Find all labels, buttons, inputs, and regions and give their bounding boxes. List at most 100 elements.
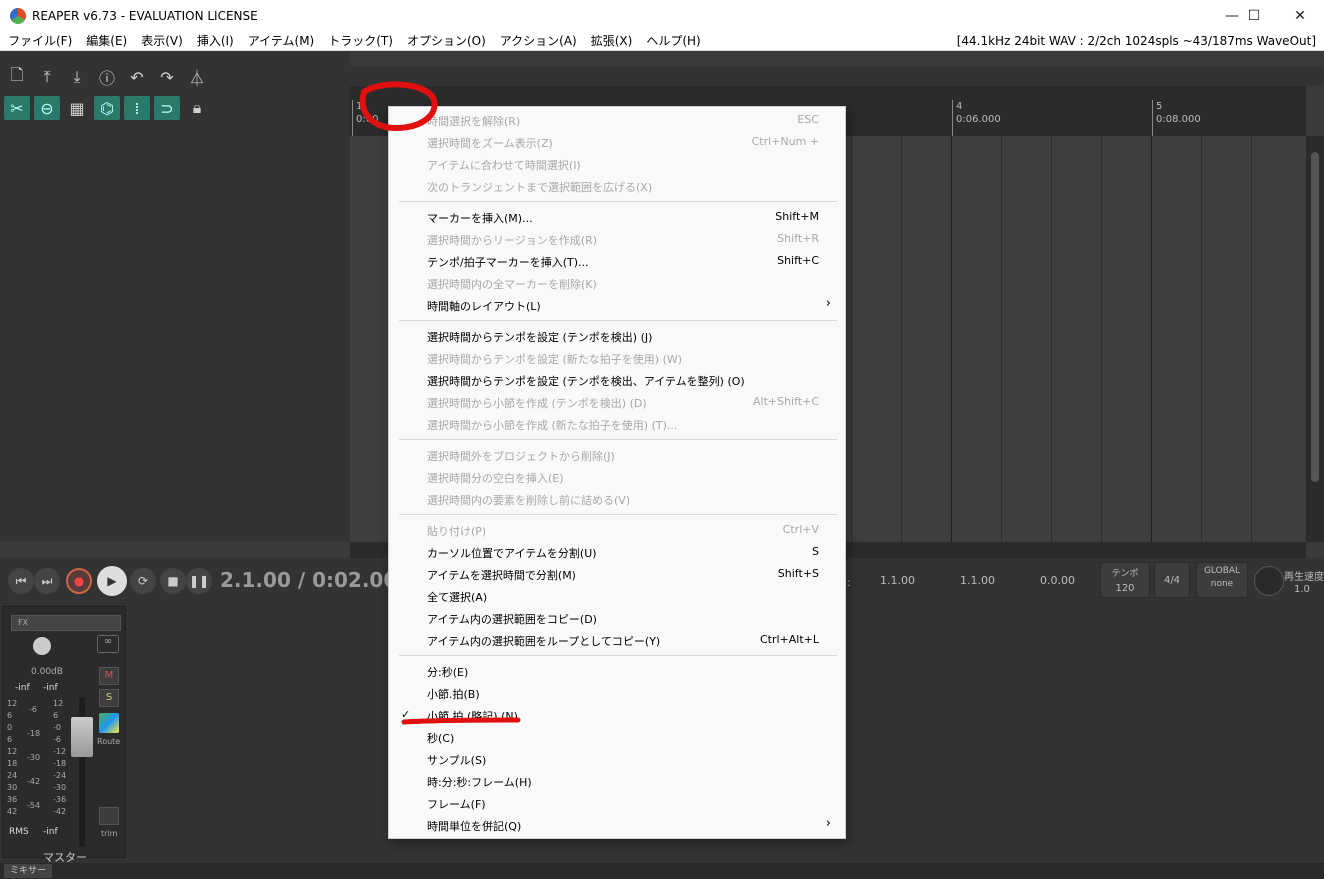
menu-item[interactable]: 貼り付け(P) Ctrl+V: [389, 519, 845, 541]
menu-item[interactable]: サンプル(S): [389, 748, 845, 770]
menu-item-label: 時:分:秒:フレーム(H): [427, 776, 532, 789]
menu-item[interactable]: マーカーを挿入(M)... Shift+M: [389, 206, 845, 228]
play-button[interactable]: ▶: [97, 566, 127, 596]
volume-level: 0.00dB: [31, 667, 63, 677]
menu-item[interactable]: 時間単位を併記(Q) ›: [389, 814, 845, 836]
menu-item[interactable]: 分:秒(E): [389, 660, 845, 682]
menu-item[interactable]: テンポ/拍子マーカーを挿入(T)... Shift+C: [389, 250, 845, 272]
menu-item[interactable]: 全て選択(A): [389, 585, 845, 607]
open-project-icon[interactable]: ⤒: [34, 65, 60, 89]
stereo-icon[interactable]: ∞: [97, 635, 119, 653]
menu-item[interactable]: 選択時間からテンポを設定 (テンポを検出、アイテムを整列) (O): [389, 369, 845, 391]
selection-length[interactable]: 0.0.00: [1040, 574, 1075, 587]
menu-item[interactable]: アイテム(M): [240, 32, 321, 49]
fx-button[interactable]: FX: [11, 615, 121, 631]
menu-item[interactable]: アイテムに合わせて時間選択(I): [389, 153, 845, 175]
region-lane[interactable]: [350, 66, 1324, 86]
menu-item[interactable]: 選択時間をズーム表示(Z) Ctrl+Num +: [389, 131, 845, 153]
maximize-button[interactable]: ☐: [1231, 0, 1277, 31]
menu-view[interactable]: 表示(V): [133, 32, 189, 49]
menu-extensions[interactable]: 拡張(X): [583, 32, 639, 49]
menu-help[interactable]: ヘルプ(H): [638, 32, 706, 49]
menu-item-label: アイテム内の選択範囲をループとしてコピー(Y): [427, 635, 661, 648]
ripple-edit-icon[interactable]: ✂: [4, 96, 30, 120]
link-icon[interactable]: ⊖: [34, 96, 60, 120]
mute-button[interactable]: M: [99, 667, 119, 685]
global-automation[interactable]: GLOBAL none: [1196, 562, 1248, 598]
playrate-knob[interactable]: [1254, 566, 1284, 596]
menu-item[interactable]: アイテム内の選択範囲をコピー(D): [389, 607, 845, 629]
go-to-start-icon[interactable]: ⏮: [8, 568, 34, 594]
audio-status[interactable]: [44.1kHz 24bit WAV : 2/2ch 1024spls ~43/…: [957, 34, 1316, 48]
menu-options[interactable]: オプション(O): [399, 32, 492, 49]
go-to-end-icon[interactable]: ⏭: [34, 568, 60, 594]
selection-end[interactable]: 1.1.00: [960, 574, 995, 587]
new-project-icon[interactable]: 🗋: [4, 65, 30, 89]
route-icon[interactable]: [99, 713, 119, 733]
menu-item[interactable]: 選択時間外をプロジェクトから削除(J): [389, 444, 845, 466]
menu-item[interactable]: 選択時間内の全マーカーを削除(K): [389, 272, 845, 294]
menu-item[interactable]: 時間軸のレイアウト(L) ›: [389, 294, 845, 316]
menu-item[interactable]: 選択時間から小節を作成 (新たな拍子を使用) (T)...: [389, 413, 845, 435]
menu-file[interactable]: ファイル(F): [0, 32, 78, 49]
menu-item-shortcut: Alt+Shift+C: [752, 395, 819, 408]
scroll-thumb[interactable]: [1311, 152, 1319, 482]
save-project-icon[interactable]: ⤓: [64, 65, 90, 89]
menu-item[interactable]: 小節.拍(B): [389, 682, 845, 704]
auto-crossfade-icon[interactable]: ⊃: [154, 96, 180, 120]
gridline: [1151, 136, 1152, 542]
solo-button[interactable]: S: [99, 689, 119, 707]
menu-item[interactable]: 時:分:秒:フレーム(H): [389, 770, 845, 792]
menu-item-shortcut: Shift+M: [775, 210, 819, 223]
trim-icon[interactable]: [99, 807, 119, 825]
selection-start[interactable]: 1.1.00: [880, 574, 915, 587]
menu-item-label: 分:秒(E): [427, 666, 469, 679]
route-label: Route: [97, 737, 121, 746]
menu-item[interactable]: 選択時間からテンポを設定 (テンポを検出) (J): [389, 325, 845, 347]
menu-item[interactable]: 次のトランジェントまで選択範囲を広げる(X): [389, 175, 845, 197]
loop-icon[interactable]: ⟳: [130, 568, 156, 594]
menu-item[interactable]: 時間選択を解除(R) ESC: [389, 109, 845, 131]
redo-icon[interactable]: ↷: [154, 65, 180, 89]
rms-label: RMS: [9, 827, 29, 837]
menu-item[interactable]: カーソル位置でアイテムを分割(U) S: [389, 541, 845, 563]
menu-separator: [399, 201, 837, 202]
record-button[interactable]: ●: [66, 568, 92, 594]
menu-track[interactable]: トラック(T): [320, 32, 399, 49]
menu-edit[interactable]: 編集(E): [78, 32, 133, 49]
grid-icon[interactable]: ▦: [64, 96, 90, 120]
menu-item-shortcut: Ctrl+V: [782, 523, 819, 536]
time-display[interactable]: 2.1.00 / 0:02.000: [220, 568, 411, 592]
menu-actions[interactable]: アクション(A): [492, 32, 583, 49]
undo-icon[interactable]: ↶: [124, 65, 150, 89]
metronome-icon[interactable]: ⏃: [184, 65, 210, 89]
tempo-display[interactable]: テンポ 120: [1100, 562, 1150, 598]
time-signature[interactable]: 4/4: [1154, 562, 1190, 598]
menu-item[interactable]: 選択時間からテンポを設定 (新たな拍子を使用) (W): [389, 347, 845, 369]
menu-item-label: 小節.拍(B): [427, 688, 480, 701]
snap-icon[interactable]: ⁞: [124, 96, 150, 120]
menu-item[interactable]: フレーム(F): [389, 792, 845, 814]
vertical-scrollbar[interactable]: [1306, 136, 1324, 542]
playrate-value[interactable]: 1.0: [1294, 584, 1310, 595]
menu-item[interactable]: 選択時間からリージョンを作成(R) Shift+R: [389, 228, 845, 250]
stop-button[interactable]: ■: [160, 568, 186, 594]
pause-button[interactable]: ❚❚: [186, 568, 212, 594]
pan-knob[interactable]: [33, 637, 51, 655]
ruler-tick: 4 0:06.000: [952, 100, 1001, 136]
menu-item-label: 選択時間からテンポを設定 (新たな拍子を使用) (W): [427, 353, 683, 366]
volume-fader[interactable]: [71, 717, 93, 757]
menu-insert[interactable]: 挿入(I): [189, 32, 240, 49]
menu-item[interactable]: 選択時間分の空白を挿入(E): [389, 466, 845, 488]
menu-item[interactable]: 選択時間から小節を作成 (テンポを検出) (D) Alt+Shift+C: [389, 391, 845, 413]
menu-item[interactable]: 選択時間内の要素を削除し前に詰める(V): [389, 488, 845, 510]
menu-item[interactable]: アイテム内の選択範囲をループとしてコピー(Y) Ctrl+Alt+L: [389, 629, 845, 651]
annotation-underline: [401, 717, 521, 725]
lock-icon[interactable]: 🔒︎: [184, 96, 210, 120]
project-settings-icon[interactable]: ⓘ: [94, 65, 120, 89]
item-grouping-icon[interactable]: ⌬: [94, 96, 120, 120]
peak-right: -inf: [43, 683, 58, 693]
menu-item[interactable]: アイテムを選択時間で分割(M) Shift+S: [389, 563, 845, 585]
mixer-tab[interactable]: ミキサー: [4, 864, 53, 878]
close-button[interactable]: ✕: [1277, 0, 1323, 31]
